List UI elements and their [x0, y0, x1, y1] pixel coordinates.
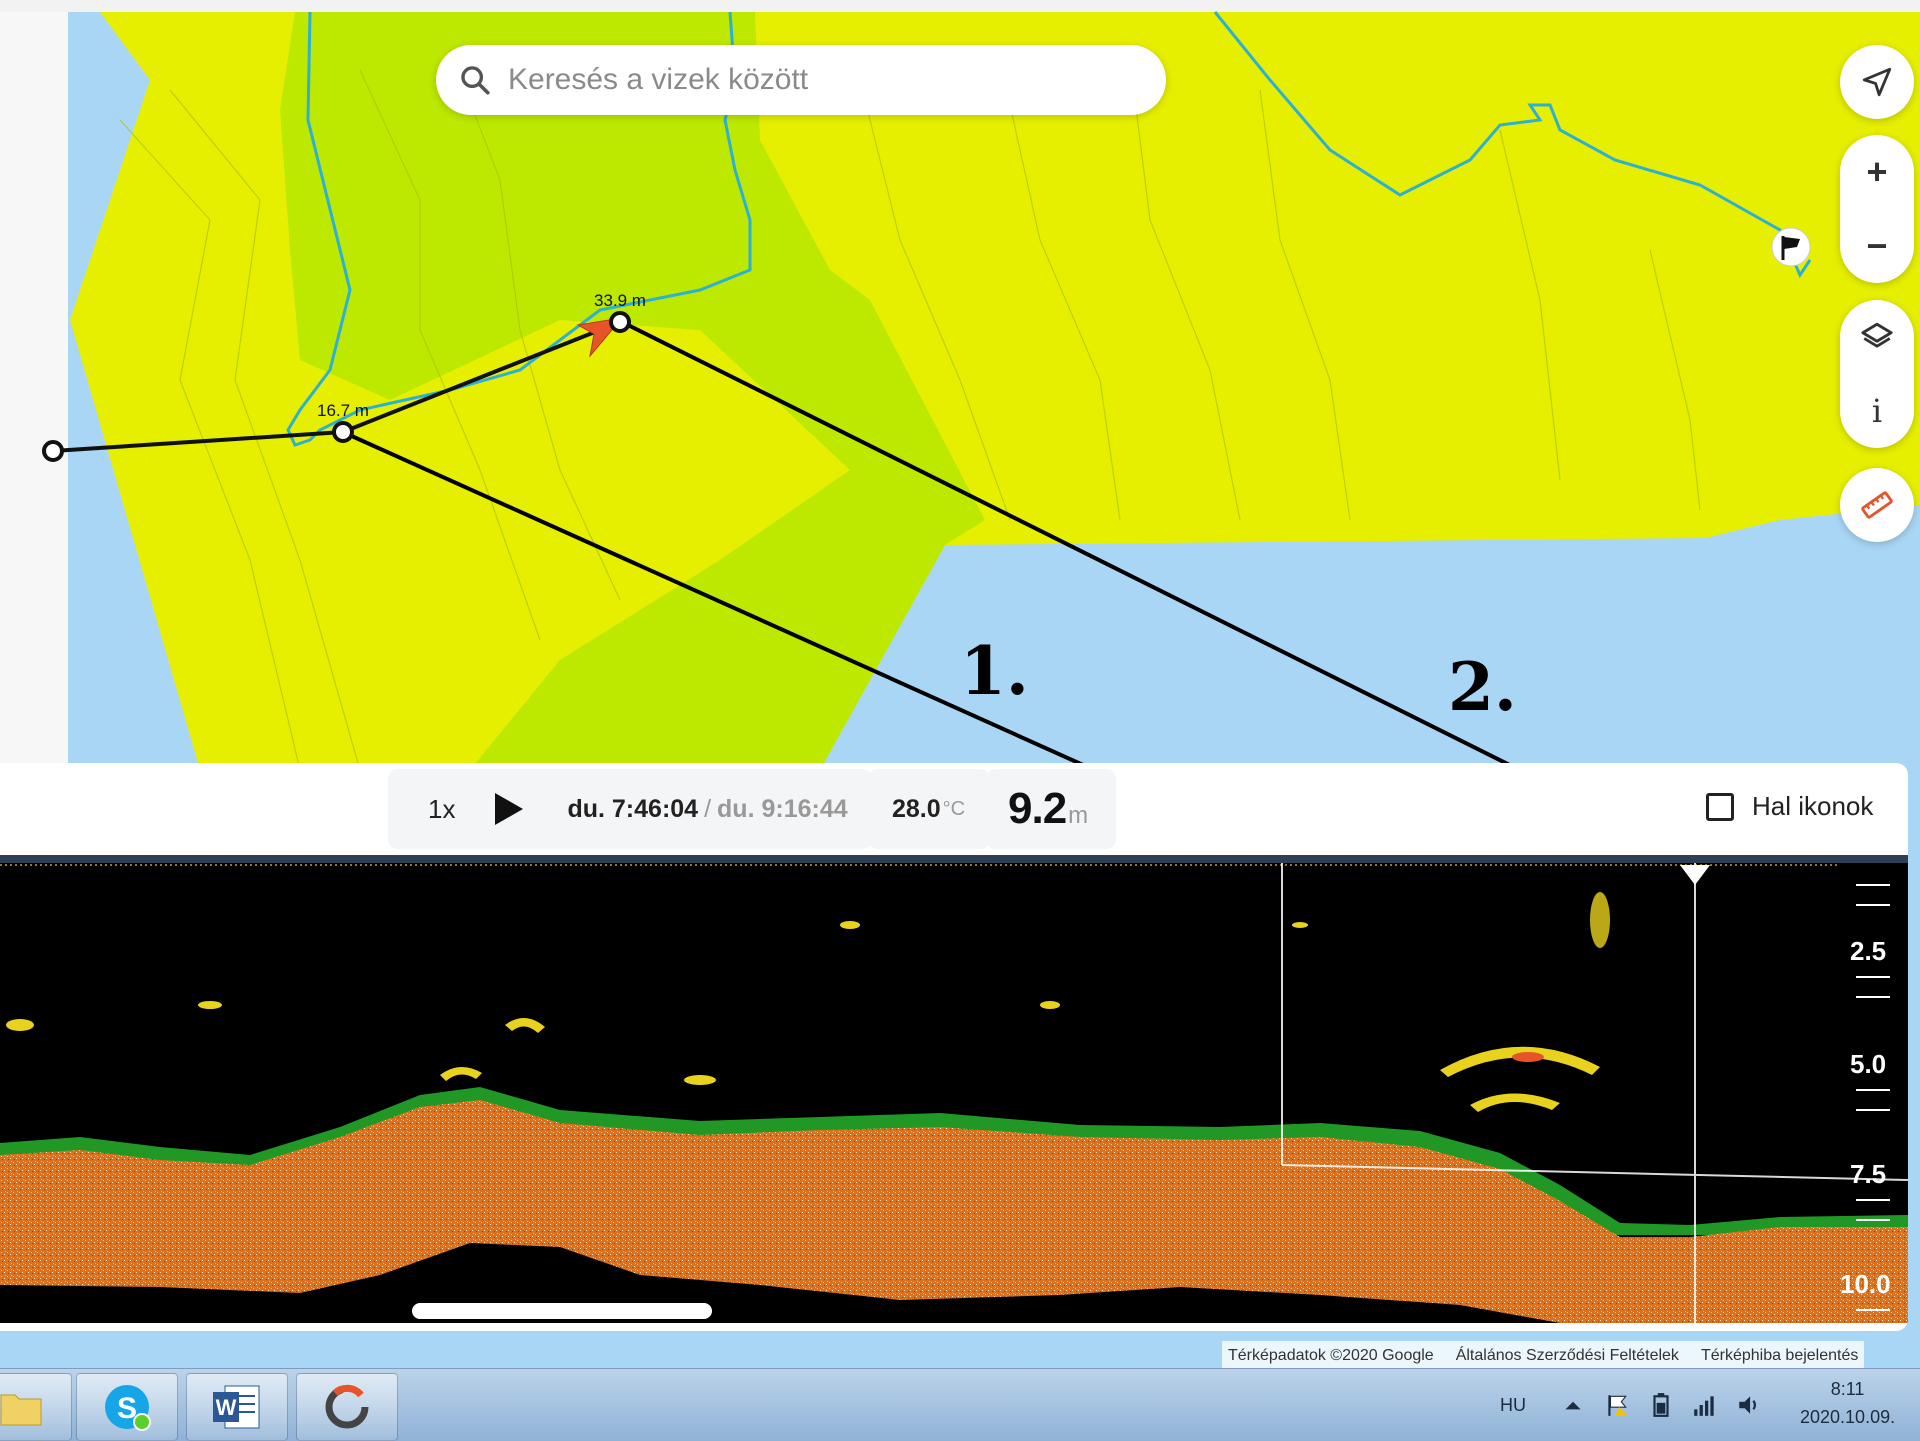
info-button[interactable]: i: [1840, 376, 1914, 446]
playback-speed[interactable]: 1x: [428, 794, 455, 825]
navigation-arrow-icon: [1862, 67, 1892, 97]
clock-date: 2020.10.09.: [1800, 1407, 1896, 1427]
language-indicator[interactable]: HU: [1500, 1395, 1526, 1416]
search-icon: [461, 66, 490, 95]
layer-info-control: i: [1840, 300, 1914, 448]
time-separator: /: [704, 794, 712, 823]
play-icon[interactable]: [495, 793, 524, 825]
info-icon: i: [1871, 392, 1883, 430]
sonar-toolbar: 1x du. 7:46:04 / du. 9:16:44 28.0 °C 9.2…: [0, 763, 1908, 855]
waypoint-label-2: 33.9 m: [594, 291, 646, 310]
plus-icon: +: [1866, 151, 1888, 192]
total-time: du. 9:16:44: [717, 794, 848, 823]
flag-marker-icon[interactable]: [1771, 227, 1811, 267]
search-input[interactable]: [506, 62, 1130, 98]
current-time: du. 7:46:04: [567, 794, 699, 823]
sonar-view[interactable]: 2.5 5.0 7.5 10.0: [0, 855, 1908, 1323]
zoom-control: + −: [1840, 135, 1914, 283]
measure-button[interactable]: [1840, 470, 1914, 540]
route-start-point: [42, 440, 64, 462]
sonar-panel: 1x du. 7:46:04 / du. 9:16:44 28.0 °C 9.2…: [0, 763, 1908, 1331]
water-temperature: 28.0: [892, 794, 941, 823]
zoom-out-button[interactable]: −: [1840, 211, 1914, 281]
timeline-scrollbar[interactable]: [412, 1303, 712, 1319]
map-attribution: Térképadatok ©2020 Google Általános Szer…: [1222, 1341, 1865, 1371]
attribution-terms[interactable]: Általános Szerződési Feltételek: [1456, 1347, 1679, 1365]
annotation-1: 1.: [960, 632, 1029, 710]
locate-control[interactable]: [1840, 45, 1914, 119]
fish-icons-toggle[interactable]: Hal ikonok: [1706, 791, 1873, 822]
app-icon: [325, 1384, 369, 1429]
waypoint-label-1: 16.7 m: [317, 401, 369, 420]
zoom-in-button[interactable]: +: [1840, 137, 1914, 207]
attribution-copyright[interactable]: Térképadatok ©2020 Google: [1228, 1347, 1434, 1365]
skype-icon: S: [105, 1385, 151, 1431]
svg-text:W: W: [216, 1395, 237, 1420]
depth-scale-label: 7.5: [1850, 1159, 1886, 1189]
network-signal-icon[interactable]: [1692, 1392, 1718, 1418]
action-center-flag-icon[interactable]: [1604, 1392, 1630, 1418]
depth-scale-label: 10.0: [1840, 1269, 1891, 1299]
fish-icons-checkbox[interactable]: [1706, 792, 1734, 821]
system-clock[interactable]: 8:11 2020.10.09.: [1800, 1375, 1895, 1431]
taskbar-word[interactable]: W: [186, 1373, 288, 1441]
waypoint-33-9: [609, 311, 631, 333]
temperature-group: 28.0 °C: [868, 769, 990, 849]
depth-group: 9.2 m: [986, 769, 1116, 849]
layers-button[interactable]: [1840, 302, 1914, 372]
show-hidden-icons[interactable]: [1560, 1392, 1586, 1418]
file-explorer-icon: [0, 1394, 42, 1426]
os-taskbar: S W HU 8:11 2020.10.09.: [0, 1368, 1920, 1441]
search-bar[interactable]: [436, 45, 1166, 115]
system-tray: HU: [1500, 1369, 1780, 1441]
locate-button[interactable]: [1840, 47, 1914, 117]
taskbar-file-explorer[interactable]: [0, 1373, 72, 1441]
layers-icon: [1861, 322, 1893, 348]
annotation-2: 2.: [1448, 648, 1517, 726]
word-icon: W: [213, 1385, 260, 1429]
current-depth: 9.2: [1008, 784, 1067, 833]
temperature-unit: °C: [942, 797, 966, 820]
depth-scale-label: 5.0: [1850, 1049, 1886, 1079]
depth-unit: m: [1068, 802, 1089, 829]
battery-icon[interactable]: [1648, 1392, 1674, 1418]
volume-icon[interactable]: [1736, 1392, 1762, 1418]
taskbar-skype[interactable]: S: [76, 1373, 178, 1441]
clock-time: 8:11: [1830, 1379, 1865, 1399]
attribution-report[interactable]: Térképhiba bejelentés: [1701, 1347, 1858, 1365]
waypoint-16-7: [332, 421, 354, 443]
measure-control[interactable]: [1840, 468, 1914, 542]
depth-scale-label: 2.5: [1850, 936, 1886, 966]
fish-icons-label: Hal ikonok: [1752, 791, 1874, 821]
minus-icon: −: [1866, 225, 1888, 266]
playback-group: 1x du. 7:46:04 / du. 9:16:44: [388, 769, 872, 849]
ruler-icon: [1861, 491, 1893, 519]
taskbar-app[interactable]: [296, 1373, 398, 1441]
